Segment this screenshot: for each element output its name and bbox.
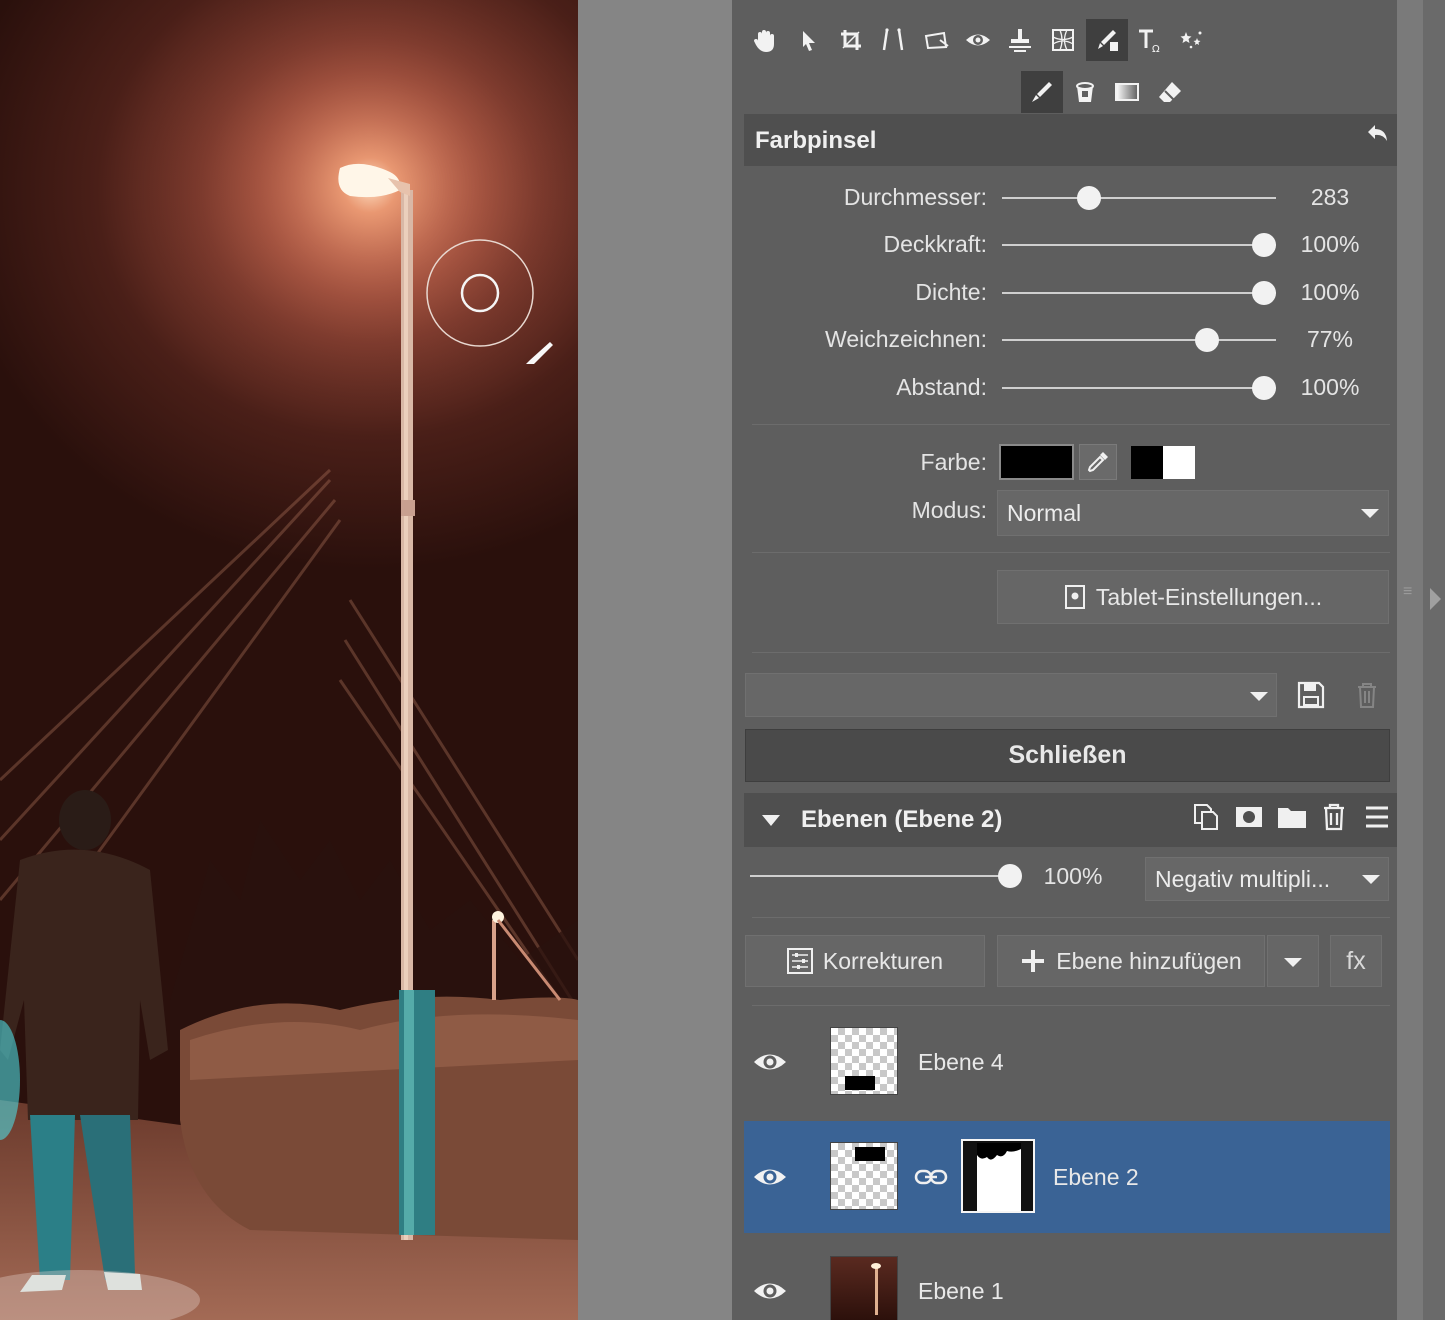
diameter-label: Durchmesser: <box>843 184 987 210</box>
layer-thumbnail <box>830 1027 898 1095</box>
add-layer-button[interactable]: Ebene hinzufügen <box>997 935 1265 987</box>
fx-label: fx <box>1346 946 1366 975</box>
group-folder-icon[interactable] <box>1277 803 1307 831</box>
adjustments-icon <box>786 948 813 974</box>
opacity-slider[interactable] <box>1002 233 1276 257</box>
preset-dropdown[interactable] <box>745 673 1277 717</box>
text-icon[interactable]: Ω <box>1129 20 1169 60</box>
panel-grip-icon[interactable]: ≡ <box>1403 584 1419 612</box>
blur-value: 77% <box>1306 326 1354 352</box>
bucket-icon[interactable] <box>1065 72 1105 112</box>
opacity-value: 100% <box>1300 231 1360 257</box>
eye-icon[interactable] <box>752 1049 788 1075</box>
add-layer-label: Ebene hinzufügen <box>1056 947 1242 974</box>
chevron-down-icon <box>1250 692 1268 701</box>
mode-dropdown[interactable]: Normal <box>997 490 1389 536</box>
pointer-icon[interactable] <box>788 20 828 60</box>
opacity-label: Deckkraft: <box>883 231 987 257</box>
layer-name: Ebene 2 <box>1053 1164 1139 1190</box>
brush-icon[interactable] <box>1021 71 1063 113</box>
density-label: Dichte: <box>915 279 987 305</box>
default-colors-swatch[interactable] <box>1131 446 1195 479</box>
spacing-value: 100% <box>1300 374 1360 400</box>
density-value: 100% <box>1300 279 1360 305</box>
crop-icon[interactable] <box>831 20 871 60</box>
divider <box>752 424 1390 425</box>
layer-mask-thumbnail[interactable] <box>961 1139 1035 1213</box>
delete-preset-icon[interactable] <box>1353 680 1381 710</box>
tablet-settings-label: Tablet-Einstellungen... <box>1095 583 1323 610</box>
corrections-button[interactable]: Korrekturen <box>745 935 985 987</box>
add-layer-dropdown[interactable] <box>1267 935 1319 987</box>
color-brush-icon[interactable] <box>1086 19 1128 61</box>
clone-stamp-icon[interactable] <box>1000 20 1040 60</box>
duplicate-layer-icon[interactable] <box>1192 803 1220 831</box>
diameter-value: 283 <box>1310 184 1350 210</box>
divider <box>752 917 1390 918</box>
layers-menu-icon[interactable] <box>1364 804 1390 830</box>
chevron-down-icon <box>1284 958 1302 967</box>
color-label: Farbe: <box>920 449 987 475</box>
save-preset-icon[interactable] <box>1296 680 1326 710</box>
close-label: Schließen <box>1008 741 1127 769</box>
divider <box>752 652 1390 653</box>
hand-icon[interactable] <box>745 20 785 60</box>
blur-label: Weichzeichnen: <box>825 326 987 352</box>
fx-button[interactable]: fx <box>1330 935 1382 987</box>
eraser-icon[interactable] <box>1150 72 1190 112</box>
gradient-icon[interactable] <box>1107 72 1147 112</box>
effects-icon[interactable] <box>1172 20 1212 60</box>
diameter-slider[interactable] <box>1002 186 1276 210</box>
night-street-photo <box>0 0 578 1320</box>
density-slider[interactable] <box>1002 281 1276 305</box>
chevron-down-icon <box>1361 509 1379 518</box>
blur-slider[interactable] <box>1002 328 1276 352</box>
collapse-triangle-icon[interactable] <box>762 815 780 826</box>
panel-right-edge <box>1397 0 1445 1320</box>
delete-layer-icon[interactable] <box>1321 802 1347 832</box>
blend-mode-dropdown[interactable]: Negativ multipli... <box>1145 857 1389 901</box>
corrections-label: Korrekturen <box>822 947 944 974</box>
layer-thumbnail <box>830 1142 898 1210</box>
link-icon[interactable] <box>913 1166 949 1188</box>
chevron-down-icon <box>1362 875 1380 884</box>
layer-opacity-value: 100% <box>1043 863 1103 889</box>
svg-text:Ω: Ω <box>1152 44 1160 54</box>
expand-arrow-icon[interactable] <box>1430 588 1441 610</box>
eyedropper-icon[interactable] <box>1079 444 1117 480</box>
layer-opacity-slider[interactable] <box>750 864 1022 888</box>
warp-icon[interactable] <box>1043 20 1083 60</box>
spacing-label: Abstand: <box>896 374 987 400</box>
undo-icon[interactable] <box>1364 122 1390 148</box>
layer-name: Ebene 1 <box>918 1278 1004 1304</box>
mode-value: Normal <box>1007 499 1082 526</box>
brush-panel-title: Farbpinsel <box>755 127 877 154</box>
tablet-settings-button[interactable]: Tablet-Einstellungen... <box>997 570 1389 624</box>
layer-thumbnail <box>830 1256 898 1320</box>
spacing-slider[interactable] <box>1002 376 1276 400</box>
straighten-icon[interactable] <box>873 20 913 60</box>
color-swatch[interactable] <box>999 444 1074 480</box>
photo-canvas[interactable] <box>0 0 578 1320</box>
plus-icon <box>1022 950 1045 972</box>
divider <box>752 552 1390 553</box>
layer-name: Ebene 4 <box>918 1049 1004 1075</box>
canvas-gutter <box>578 0 732 1320</box>
eye-icon[interactable] <box>752 1278 788 1304</box>
tablet-icon <box>1064 585 1085 609</box>
layer-mask-icon[interactable] <box>1235 803 1263 831</box>
blend-mode-value: Negativ multipli... <box>1155 865 1331 892</box>
eye-icon[interactable] <box>752 1164 788 1190</box>
perspective-icon[interactable] <box>916 20 956 60</box>
layers-panel-title: Ebenen (Ebene 2) <box>801 806 1003 833</box>
redeye-icon[interactable] <box>958 20 998 60</box>
close-button[interactable]: Schließen <box>745 729 1390 782</box>
mode-label: Modus: <box>911 497 987 523</box>
